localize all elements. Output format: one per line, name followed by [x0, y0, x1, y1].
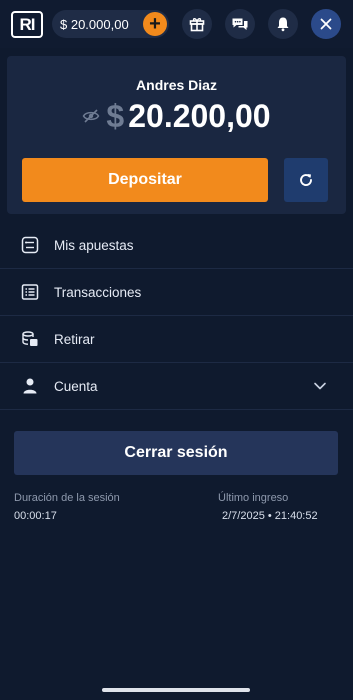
currency-symbol: $ — [106, 97, 125, 134]
user-icon — [20, 376, 40, 396]
session-duration-label: Duración de la sesión — [14, 492, 120, 504]
logo[interactable]: RI — [11, 11, 43, 38]
chevron-down-icon[interactable] — [313, 379, 327, 393]
menu-item-cuenta[interactable]: Cuenta — [0, 363, 353, 410]
menu-item-label: Mis apuestas — [54, 237, 134, 253]
last-login-value: 2/7/2025 • 21:40:52 — [222, 510, 318, 522]
refresh-balance-button[interactable] — [284, 158, 328, 202]
bell-icon — [277, 17, 289, 32]
logout-button[interactable]: Cerrar sesión — [14, 431, 338, 475]
add-funds-button[interactable]: + — [143, 12, 167, 36]
last-login: Último ingreso 2/7/2025 • 21:40:52 — [218, 492, 318, 522]
menu-item-mis-apuestas[interactable]: Mis apuestas — [0, 222, 353, 269]
notifications-button[interactable] — [268, 9, 298, 39]
close-button[interactable] — [311, 9, 341, 39]
eye-off-icon[interactable] — [82, 107, 100, 125]
last-login-label: Último ingreso — [218, 492, 289, 504]
session-duration: Duración de la sesión 00:00:17 — [14, 492, 120, 522]
withdraw-icon — [20, 329, 40, 349]
refresh-icon — [300, 174, 312, 186]
menu-item-retirar[interactable]: Retirar — [0, 316, 353, 363]
account-menu: Mis apuestas Transacciones Retirar Cuent… — [0, 222, 353, 410]
deposit-button[interactable]: Depositar — [22, 158, 268, 202]
menu-item-label: Retirar — [54, 331, 95, 347]
account-card: Andres Diaz $ 20.200,00 Depositar — [7, 56, 346, 214]
user-name: Andres Diaz — [136, 77, 217, 93]
chat-button[interactable] — [225, 9, 255, 39]
gift-icon — [189, 18, 205, 32]
home-indicator[interactable] — [102, 688, 250, 692]
header-balance: $ 20.000,00 — [60, 16, 129, 32]
menu-item-label: Transacciones — [54, 284, 142, 300]
chat-icon — [232, 18, 248, 30]
session-duration-value: 00:00:17 — [14, 510, 57, 522]
menu-item-label: Cuenta — [54, 378, 98, 394]
top-bar: RI $ 20.000,00 + — [0, 0, 353, 48]
balance-pill[interactable]: $ 20.000,00 + — [52, 10, 169, 38]
menu-item-transacciones[interactable]: Transacciones — [0, 269, 353, 316]
close-icon — [320, 18, 332, 30]
transactions-icon — [20, 282, 40, 302]
balance-display: $ 20.200,00 — [7, 96, 346, 136]
gift-button[interactable] — [182, 9, 212, 39]
bets-icon — [20, 235, 40, 255]
balance-amount: 20.200,00 — [128, 97, 271, 134]
